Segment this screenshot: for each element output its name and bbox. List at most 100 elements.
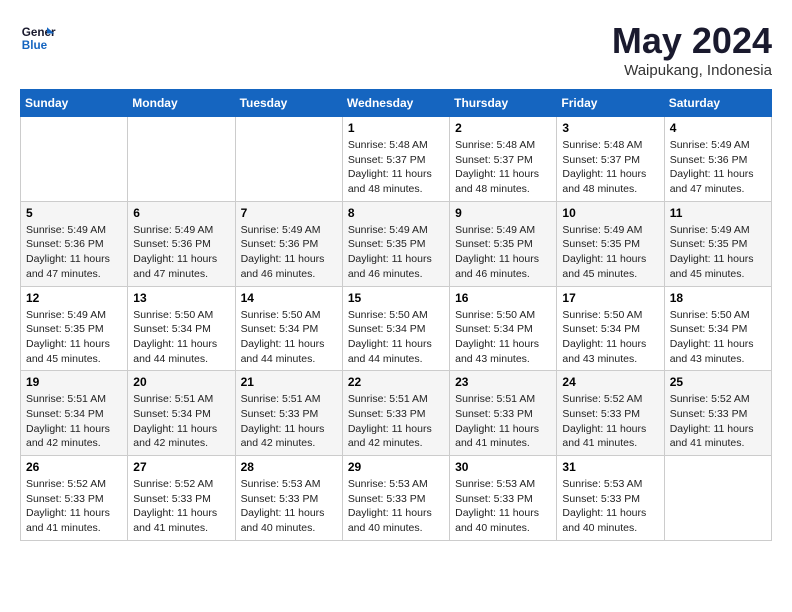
calendar-cell: 2 Sunrise: 5:48 AM Sunset: 5:37 PM Daylig… — [450, 117, 557, 202]
day-info: Sunrise: 5:48 AM Sunset: 5:37 PM Dayligh… — [562, 138, 658, 197]
day-info: Sunrise: 5:50 AM Sunset: 5:34 PM Dayligh… — [133, 308, 229, 367]
calendar-cell: 7Sunrise: 5:49 AM Sunset: 5:36 PM Daylig… — [235, 201, 342, 286]
day-info: Sunrise: 5:49 AM Sunset: 5:35 PM Dayligh… — [455, 223, 551, 282]
day-number: 27 — [133, 460, 229, 474]
day-number: 23 — [455, 375, 551, 389]
title-area: May 2024 Waipukang, Indonesia — [612, 20, 772, 79]
day-number: 31 — [562, 460, 658, 474]
calendar-cell — [21, 117, 128, 202]
calendar-cell: 3 Sunrise: 5:48 AM Sunset: 5:37 PM Daylig… — [557, 117, 664, 202]
month-title: May 2024 — [612, 20, 772, 62]
day-info: Sunrise: 5:50 AM Sunset: 5:34 PM Dayligh… — [670, 308, 766, 367]
day-number: 18 — [670, 291, 766, 305]
day-info: Sunrise: 5:48 AM Sunset: 5:37 PM Dayligh… — [348, 138, 444, 197]
day-info: Sunrise: 5:49 AM Sunset: 5:36 PM Dayligh… — [241, 223, 337, 282]
day-info: Sunrise: 5:51 AM Sunset: 5:33 PM Dayligh… — [348, 392, 444, 451]
calendar-cell: 30Sunrise: 5:53 AM Sunset: 5:33 PM Dayli… — [450, 456, 557, 541]
weekday-header: Monday — [128, 90, 235, 117]
day-number: 11 — [670, 206, 766, 220]
day-number: 16 — [455, 291, 551, 305]
day-number: 26 — [26, 460, 122, 474]
day-number: 29 — [348, 460, 444, 474]
day-info: Sunrise: 5:51 AM Sunset: 5:33 PM Dayligh… — [455, 392, 551, 451]
calendar-cell: 12 Sunrise: 5:49 AM Sunset: 5:35 PM Dayli… — [21, 286, 128, 371]
day-number: 2 — [455, 121, 551, 135]
day-number: 8 — [348, 206, 444, 220]
day-number: 24 — [562, 375, 658, 389]
page-header: General Blue May 2024 Waipukang, Indones… — [20, 20, 772, 79]
calendar-week-row: 26 Sunrise: 5:52 AM Sunset: 5:33 PM Dayli… — [21, 456, 772, 541]
calendar-cell — [128, 117, 235, 202]
calendar-cell: 20 Sunrise: 5:51 AM Sunset: 5:34 PM Dayli… — [128, 371, 235, 456]
calendar-cell: 11 Sunrise: 5:49 AM Sunset: 5:35 PM Dayli… — [664, 201, 771, 286]
day-number: 20 — [133, 375, 229, 389]
day-info: Sunrise: 5:51 AM Sunset: 5:34 PM Dayligh… — [133, 392, 229, 451]
day-number: 14 — [241, 291, 337, 305]
day-info: Sunrise: 5:52 AM Sunset: 5:33 PM Dayligh… — [26, 477, 122, 536]
weekday-header: Sunday — [21, 90, 128, 117]
calendar-cell: 15Sunrise: 5:50 AM Sunset: 5:34 PM Dayli… — [342, 286, 449, 371]
day-info: Sunrise: 5:49 AM Sunset: 5:35 PM Dayligh… — [26, 308, 122, 367]
calendar-cell: 13 Sunrise: 5:50 AM Sunset: 5:34 PM Dayli… — [128, 286, 235, 371]
day-info: Sunrise: 5:52 AM Sunset: 5:33 PM Dayligh… — [562, 392, 658, 451]
calendar-cell: 26 Sunrise: 5:52 AM Sunset: 5:33 PM Dayli… — [21, 456, 128, 541]
weekday-header: Tuesday — [235, 90, 342, 117]
calendar-week-row: 5 Sunrise: 5:49 AM Sunset: 5:36 PM Daylig… — [21, 201, 772, 286]
calendar-week-row: 1 Sunrise: 5:48 AM Sunset: 5:37 PM Daylig… — [21, 117, 772, 202]
day-info: Sunrise: 5:51 AM Sunset: 5:34 PM Dayligh… — [26, 392, 122, 451]
day-number: 30 — [455, 460, 551, 474]
calendar-week-row: 19 Sunrise: 5:51 AM Sunset: 5:34 PM Dayli… — [21, 371, 772, 456]
calendar-cell: 24 Sunrise: 5:52 AM Sunset: 5:33 PM Dayli… — [557, 371, 664, 456]
calendar-cell: 9 Sunrise: 5:49 AM Sunset: 5:35 PM Daylig… — [450, 201, 557, 286]
calendar-cell: 19 Sunrise: 5:51 AM Sunset: 5:34 PM Dayli… — [21, 371, 128, 456]
svg-text:Blue: Blue — [22, 39, 48, 52]
day-info: Sunrise: 5:49 AM Sunset: 5:35 PM Dayligh… — [670, 223, 766, 282]
calendar-cell: 8 Sunrise: 5:49 AM Sunset: 5:35 PM Daylig… — [342, 201, 449, 286]
calendar-week-row: 12 Sunrise: 5:49 AM Sunset: 5:35 PM Dayli… — [21, 286, 772, 371]
calendar-cell: 10 Sunrise: 5:49 AM Sunset: 5:35 PM Dayli… — [557, 201, 664, 286]
day-number: 13 — [133, 291, 229, 305]
day-info: Sunrise: 5:52 AM Sunset: 5:33 PM Dayligh… — [670, 392, 766, 451]
calendar-cell: 29 Sunrise: 5:53 AM Sunset: 5:33 PM Dayli… — [342, 456, 449, 541]
calendar-cell: 1 Sunrise: 5:48 AM Sunset: 5:37 PM Daylig… — [342, 117, 449, 202]
weekday-header-row: SundayMondayTuesdayWednesdayThursdayFrid… — [21, 90, 772, 117]
day-number: 3 — [562, 121, 658, 135]
day-info: Sunrise: 5:53 AM Sunset: 5:33 PM Dayligh… — [348, 477, 444, 536]
calendar-cell: 28Sunrise: 5:53 AM Sunset: 5:33 PM Dayli… — [235, 456, 342, 541]
day-info: Sunrise: 5:49 AM Sunset: 5:36 PM Dayligh… — [133, 223, 229, 282]
logo: General Blue — [20, 20, 56, 56]
day-number: 28 — [241, 460, 337, 474]
calendar-cell: 31Sunrise: 5:53 AM Sunset: 5:33 PM Dayli… — [557, 456, 664, 541]
calendar-cell: 23 Sunrise: 5:51 AM Sunset: 5:33 PM Dayli… — [450, 371, 557, 456]
calendar-cell: 16 Sunrise: 5:50 AM Sunset: 5:34 PM Dayli… — [450, 286, 557, 371]
day-info: Sunrise: 5:50 AM Sunset: 5:34 PM Dayligh… — [455, 308, 551, 367]
logo-icon: General Blue — [20, 20, 56, 56]
day-info: Sunrise: 5:49 AM Sunset: 5:36 PM Dayligh… — [670, 138, 766, 197]
calendar-cell: 18 Sunrise: 5:50 AM Sunset: 5:34 PM Dayli… — [664, 286, 771, 371]
day-number: 15 — [348, 291, 444, 305]
day-number: 17 — [562, 291, 658, 305]
calendar-cell: 5Sunrise: 5:49 AM Sunset: 5:36 PM Daylig… — [21, 201, 128, 286]
day-number: 25 — [670, 375, 766, 389]
day-number: 10 — [562, 206, 658, 220]
day-info: Sunrise: 5:48 AM Sunset: 5:37 PM Dayligh… — [455, 138, 551, 197]
day-number: 5 — [26, 206, 122, 220]
location-subtitle: Waipukang, Indonesia — [612, 62, 772, 79]
day-number: 21 — [241, 375, 337, 389]
day-info: Sunrise: 5:50 AM Sunset: 5:34 PM Dayligh… — [241, 308, 337, 367]
day-number: 9 — [455, 206, 551, 220]
day-number: 19 — [26, 375, 122, 389]
day-number: 1 — [348, 121, 444, 135]
day-info: Sunrise: 5:49 AM Sunset: 5:35 PM Dayligh… — [562, 223, 658, 282]
day-number: 12 — [26, 291, 122, 305]
day-info: Sunrise: 5:49 AM Sunset: 5:35 PM Dayligh… — [348, 223, 444, 282]
calendar-cell: 25 Sunrise: 5:52 AM Sunset: 5:33 PM Dayli… — [664, 371, 771, 456]
day-info: Sunrise: 5:52 AM Sunset: 5:33 PM Dayligh… — [133, 477, 229, 536]
weekday-header: Saturday — [664, 90, 771, 117]
calendar-cell — [664, 456, 771, 541]
calendar-table: SundayMondayTuesdayWednesdayThursdayFrid… — [20, 89, 772, 541]
calendar-cell: 17Sunrise: 5:50 AM Sunset: 5:34 PM Dayli… — [557, 286, 664, 371]
calendar-cell: 6 Sunrise: 5:49 AM Sunset: 5:36 PM Daylig… — [128, 201, 235, 286]
day-number: 6 — [133, 206, 229, 220]
weekday-header: Friday — [557, 90, 664, 117]
